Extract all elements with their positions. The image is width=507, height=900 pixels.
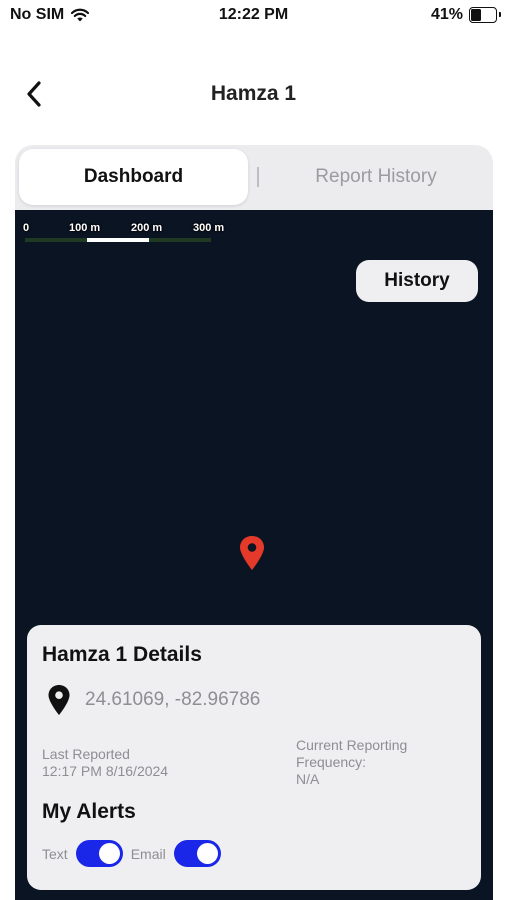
reporting-frequency: Current Reporting Frequency: N/A xyxy=(296,737,466,788)
scale-label-200: 200 m xyxy=(131,222,163,234)
details-card: Hamza 1 Details 24.61069, -82.96786 Last… xyxy=(27,625,481,890)
frequency-value: N/A xyxy=(296,771,320,787)
scale-label-0: 0 xyxy=(23,222,30,234)
scale-segment xyxy=(87,238,149,242)
nav-header: Hamza 1 xyxy=(0,62,507,128)
alerts-title: My Alerts xyxy=(42,800,136,823)
text-alert-toggle[interactable] xyxy=(75,840,123,867)
tab-report-history[interactable]: Report History xyxy=(263,149,489,205)
page-title: Hamza 1 xyxy=(210,82,297,105)
battery-icon xyxy=(469,7,501,23)
battery-percent: 41% xyxy=(430,6,463,23)
tab-dashboard[interactable]: Dashboard xyxy=(19,149,248,205)
scale-label-100: 100 m xyxy=(69,222,101,234)
scale-segment xyxy=(25,238,87,242)
last-reported: Last Reported 12:17 PM 8/16/2024 xyxy=(42,746,168,780)
history-button[interactable]: History xyxy=(356,260,478,302)
last-reported-label: Last Reported xyxy=(42,746,130,762)
tab-divider xyxy=(257,167,259,187)
status-bar: No SIM 12:22 PM 41% xyxy=(0,0,507,32)
map-view[interactable]: 0 100 m 200 m 300 m History Hamza 1 Deta… xyxy=(15,210,493,900)
scale-segment xyxy=(149,238,211,242)
toggle-knob xyxy=(196,843,218,864)
battery-cap xyxy=(499,12,501,17)
location-pin-icon xyxy=(48,685,70,715)
battery-fill xyxy=(471,9,481,21)
map-marker-icon[interactable] xyxy=(238,535,266,571)
coordinates: 24.61069, -82.96786 xyxy=(85,689,261,710)
email-alert-label: Email xyxy=(130,845,166,862)
frequency-label: Current Reporting Frequency: xyxy=(296,737,408,770)
text-alert-label: Text xyxy=(42,845,68,862)
last-reported-value: 12:17 PM 8/16/2024 xyxy=(42,763,169,779)
alerts-toggles: Text Email xyxy=(42,840,229,867)
details-title: Hamza 1 Details xyxy=(42,643,202,666)
map-scale-bar: 0 100 m 200 m 300 m xyxy=(23,222,225,244)
toggle-knob xyxy=(98,843,120,864)
battery-status: 41% xyxy=(430,6,501,24)
scale-label-300: 300 m xyxy=(193,222,225,234)
segmented-tabs: Dashboard Report History xyxy=(15,145,493,210)
email-alert-toggle[interactable] xyxy=(173,840,221,867)
